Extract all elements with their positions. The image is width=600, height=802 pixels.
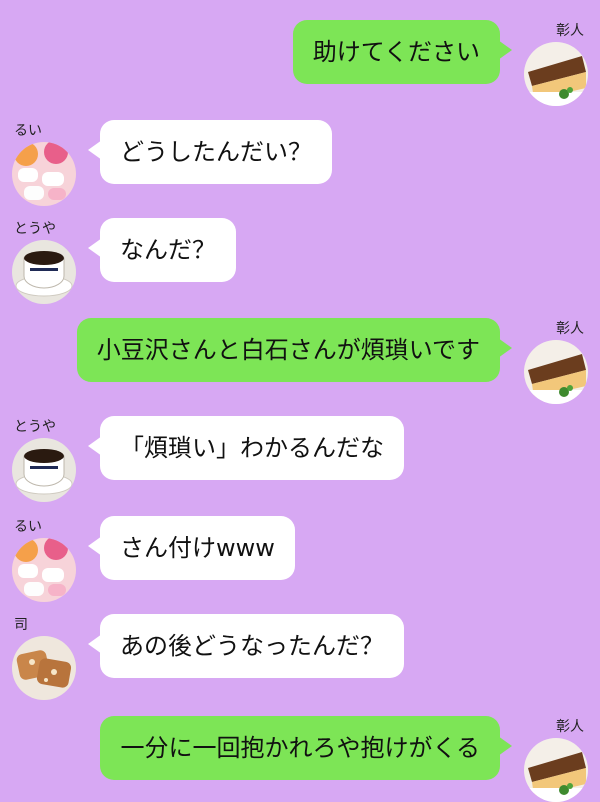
message-bubble[interactable]: どうしたんだい？: [88, 120, 332, 184]
sender-name: 彰人: [556, 321, 584, 337]
chat-log[interactable]: 彰人 助けてください るい どうしたんだい？ とうや なんだ？ 彰人 小豆沢さん…: [0, 0, 600, 802]
pastry-avatar-icon[interactable]: [12, 636, 76, 700]
message-bubble[interactable]: 「煩瑣い」わかるんだな: [88, 416, 404, 480]
message-bubble[interactable]: 小豆沢さんと白石さんが煩瑣いです: [76, 318, 513, 382]
cheesecake-avatar-icon[interactable]: [524, 738, 588, 802]
cheesecake-avatar-icon[interactable]: [524, 42, 588, 106]
sender-name: とうや: [14, 221, 56, 237]
sender-name: るい: [14, 123, 42, 139]
sender-name: 彰人: [556, 23, 584, 39]
message-bubble[interactable]: 助けてください: [292, 20, 513, 84]
marshmallow-avatar-icon[interactable]: [12, 142, 76, 206]
message-bubble[interactable]: さん付けwww: [88, 516, 295, 580]
message-bubble[interactable]: 一分に一回抱かれろや抱けがくる: [100, 716, 512, 780]
sender-name: とうや: [14, 419, 56, 435]
cheesecake-avatar-icon[interactable]: [524, 340, 588, 404]
marshmallow-avatar-icon[interactable]: [12, 538, 76, 602]
message-bubble[interactable]: あの後どうなったんだ？: [88, 614, 404, 678]
sender-name: 彰人: [556, 719, 584, 735]
coffee-avatar-icon[interactable]: [12, 438, 76, 502]
sender-name: 司: [14, 617, 28, 633]
message-bubble[interactable]: なんだ？: [88, 218, 236, 282]
sender-name: るい: [14, 519, 42, 535]
coffee-avatar-icon[interactable]: [12, 240, 76, 304]
